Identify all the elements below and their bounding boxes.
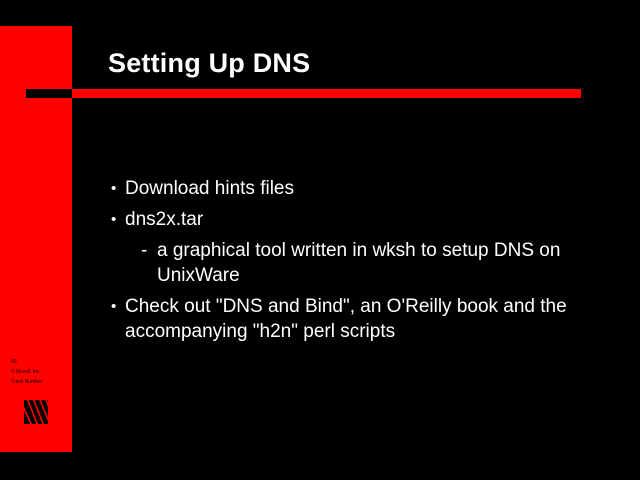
bullet-item: • Check out "DNS and Bind", an O'Reilly … bbox=[108, 294, 578, 344]
novell-logo-icon bbox=[24, 400, 48, 424]
slide-content: • Download hints files • dns2x.tar - a g… bbox=[108, 176, 578, 350]
accent-bar-notch bbox=[26, 89, 72, 98]
slide: Setting Up DNS • Download hints files • … bbox=[0, 0, 640, 480]
bullet-icon: • bbox=[111, 298, 117, 315]
sub-bullet-text: a graphical tool written in wksh to setu… bbox=[157, 240, 561, 286]
track-number: Track Number bbox=[11, 379, 43, 385]
slide-title: Setting Up DNS bbox=[108, 48, 311, 78]
bullet-item: • dns2x.tar bbox=[108, 207, 578, 232]
bullet-item: • Download hints files bbox=[108, 176, 578, 201]
dash-icon: - bbox=[141, 240, 148, 261]
bullet-icon: • bbox=[111, 211, 117, 228]
title-underline-rule bbox=[72, 89, 581, 98]
bullet-text: Download hints files bbox=[125, 178, 294, 199]
bullet-text: Check out "DNS and Bind", an O'Reilly bo… bbox=[125, 296, 567, 342]
bullet-text: dns2x.tar bbox=[125, 209, 204, 230]
sub-bullet-item: - a graphical tool written in wksh to se… bbox=[108, 238, 578, 288]
slide-footer: 40 © Novell, Inc. Track Number bbox=[11, 357, 43, 387]
page-number: 40 bbox=[11, 359, 17, 365]
copyright-text: © Novell, Inc. bbox=[11, 369, 41, 375]
bullet-icon: • bbox=[111, 180, 117, 197]
